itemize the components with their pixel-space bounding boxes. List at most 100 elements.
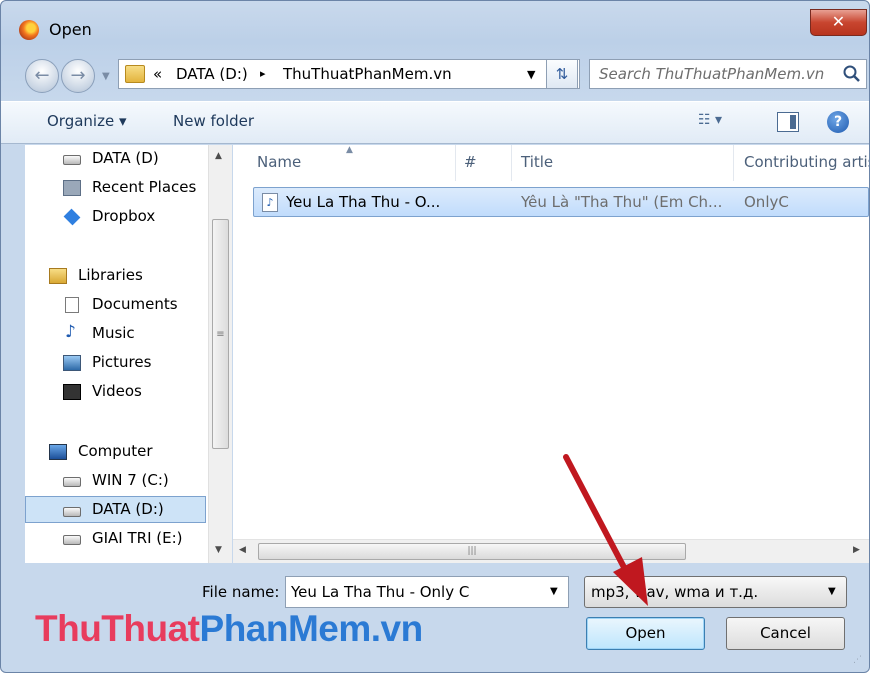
nav-item-label: Documents <box>92 295 178 313</box>
nav-item-label: Pictures <box>92 353 152 371</box>
nav-item-label: Recent Places <box>92 178 197 196</box>
change-view-button[interactable]: ☷ ▾ <box>698 112 722 128</box>
nav-item-recent-places[interactable]: Recent Places <box>25 174 206 201</box>
breadcrumb-overflow[interactable]: « <box>153 65 162 83</box>
column-divider[interactable] <box>455 145 456 181</box>
new-folder-button[interactable]: New folder <box>173 112 254 130</box>
drive-icon <box>63 477 81 487</box>
chevron-down-icon[interactable]: ▼ <box>550 586 558 597</box>
column-header-contributing-artist[interactable]: Contributing artis <box>744 153 869 171</box>
title-bar[interactable]: Open ✕ <box>1 1 869 47</box>
nav-item-dropbox[interactable]: Dropbox <box>25 203 206 230</box>
nav-item-libraries[interactable]: Libraries <box>25 262 206 289</box>
libraries-icon <box>49 268 67 284</box>
dropbox-icon <box>63 208 81 226</box>
nav-scroll-thumb[interactable]: ≡ <box>212 219 229 449</box>
nav-item-pictures[interactable]: Pictures <box>25 349 206 376</box>
drive-icon <box>63 507 81 517</box>
scroll-up-icon[interactable]: ▲ <box>215 151 222 161</box>
close-button[interactable]: ✕ <box>810 9 867 36</box>
nav-item-computer[interactable]: Computer <box>25 438 206 465</box>
back-button[interactable]: ← <box>25 59 59 93</box>
drive-icon <box>63 155 81 165</box>
resize-grip-icon[interactable]: ⋰ <box>853 655 862 665</box>
nav-item-documents[interactable]: Documents <box>25 291 206 318</box>
nav-item-win7-c[interactable]: WIN 7 (C:) <box>25 467 206 494</box>
music-icon: ♪ <box>65 322 76 342</box>
horizontal-scroll-thumb[interactable]: ||| <box>258 543 686 560</box>
nav-item-label: GIAI TRI (E:) <box>92 529 183 547</box>
chevron-down-icon[interactable]: ▼ <box>828 586 836 597</box>
cancel-button[interactable]: Cancel <box>726 617 845 650</box>
search-icon[interactable] <box>842 64 862 84</box>
file-artist-cell: OnlyC <box>744 193 789 211</box>
nav-pane-scrollbar[interactable]: ▲ ≡ ▼ <box>208 145 232 563</box>
documents-icon <box>65 297 79 313</box>
file-row[interactable]: ♪ Yeu La Tha Thu - O... Yêu Là "Tha Thu"… <box>253 187 869 217</box>
forward-arrow-icon: → <box>70 65 86 86</box>
firefox-icon <box>19 20 39 40</box>
recent-locations-dropdown[interactable]: ▼ <box>102 71 110 82</box>
refresh-button[interactable]: ⇅ <box>546 59 578 89</box>
watermark-suffix: .vn <box>370 608 423 649</box>
file-name-cell: Yeu La Tha Thu - O... <box>286 193 441 211</box>
nav-item-giai-tri-e[interactable]: GIAI TRI (E:) <box>25 525 206 552</box>
nav-item-music[interactable]: ♪ Music <box>25 320 206 347</box>
computer-icon <box>49 444 67 460</box>
command-bar: Organize ▾ New folder ☷ ▾ ? <box>1 101 869 144</box>
watermark-logo: ThuThuatPhanMem.vn <box>35 608 423 650</box>
help-icon[interactable]: ? <box>827 111 849 133</box>
scroll-left-icon[interactable]: ◀ <box>239 545 246 555</box>
search-input[interactable] <box>599 65 829 83</box>
column-header-name[interactable]: Name <box>257 153 301 171</box>
nav-item-label: DATA (D:) <box>92 500 164 518</box>
watermark-part2: PhanMem <box>199 608 372 649</box>
breadcrumb-separator-icon[interactable]: ▸ <box>260 67 266 80</box>
file-name-combobox[interactable]: ▼ <box>285 576 569 608</box>
recent-places-icon <box>63 180 81 196</box>
nav-item-videos[interactable]: Videos <box>25 378 206 405</box>
organize-button[interactable]: Organize ▾ <box>47 112 127 130</box>
open-button[interactable]: Open <box>586 617 705 650</box>
file-type-value: mp3, wav, wma и т.д. <box>591 583 759 601</box>
nav-item-label: Music <box>92 324 135 342</box>
back-arrow-icon: ← <box>34 65 50 86</box>
folder-icon <box>125 65 145 83</box>
sort-ascending-icon: ▲ <box>346 145 353 155</box>
drive-icon <box>63 535 81 545</box>
refresh-icon: ⇅ <box>555 65 569 83</box>
navigation-pane[interactable]: DATA (D) Recent Places Dropbox Libraries… <box>25 145 232 563</box>
nav-item-data-d[interactable]: DATA (D) <box>25 145 206 172</box>
breadcrumb-current-folder[interactable]: ThuThuatPhanMem.vn <box>283 65 452 83</box>
column-divider[interactable] <box>511 145 512 181</box>
column-header-title[interactable]: Title <box>521 153 553 171</box>
file-list-pane[interactable]: ▲ Name # Title Contributing artis ♪ Yeu … <box>233 145 869 563</box>
nav-item-label: Libraries <box>78 266 143 284</box>
pictures-icon <box>63 355 81 371</box>
audio-file-icon: ♪ <box>262 193 278 212</box>
file-type-select[interactable]: mp3, wav, wma и т.д. ▼ <box>584 576 847 608</box>
nav-item-label: Dropbox <box>92 207 156 225</box>
nav-item-label: Videos <box>92 382 142 400</box>
nav-item-data-d-selected[interactable]: DATA (D:) <box>25 496 206 523</box>
file-name-input[interactable] <box>291 583 541 601</box>
breadcrumb-data-drive[interactable]: DATA (D:) <box>176 65 248 83</box>
nav-item-label: DATA (D) <box>92 149 159 167</box>
column-divider[interactable] <box>733 145 734 181</box>
preview-pane-icon[interactable] <box>777 112 799 132</box>
forward-button[interactable]: → <box>61 59 95 93</box>
address-dropdown-icon[interactable]: ▼ <box>527 68 535 81</box>
file-name-label: File name: <box>202 583 280 601</box>
window-title: Open <box>49 20 92 39</box>
file-pane-horizontal-scrollbar[interactable]: ◀ ||| ▶ <box>233 539 869 563</box>
address-bar[interactable]: « DATA (D:) ▸ ThuThuatPhanMem.vn ▼ <box>118 59 580 89</box>
search-box[interactable] <box>589 59 867 89</box>
scroll-down-icon[interactable]: ▼ <box>215 545 222 555</box>
open-file-dialog: Open ✕ ← → ▼ « DATA (D:) ▸ ThuThuatPhanM… <box>0 0 870 673</box>
nav-item-label: WIN 7 (C:) <box>92 471 169 489</box>
videos-icon <box>63 384 81 400</box>
scroll-right-icon[interactable]: ▶ <box>853 545 860 555</box>
file-title-cell: Yêu Là "Tha Thu" (Em Ch... <box>521 193 723 211</box>
column-header-number[interactable]: # <box>464 153 477 171</box>
nav-item-label: Computer <box>78 442 153 460</box>
